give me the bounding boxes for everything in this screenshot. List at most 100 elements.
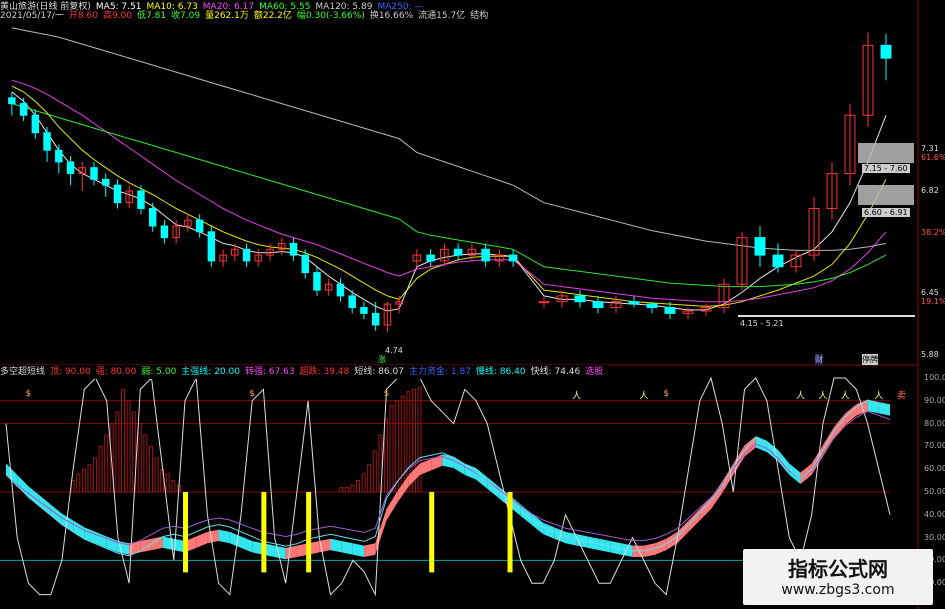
line3-item-9: 慢线: 86.40 [475,367,526,377]
trend-ribbon-segment [330,538,342,553]
price-label-bottom: 5.88 [921,350,939,359]
candle-body [102,178,110,186]
trend-ribbon-segment [867,399,879,414]
line2-item-8: 换16.66% [369,11,414,21]
trend-ribbon-segment [352,543,365,557]
candle-body [8,97,16,105]
line3-item-8: 主力资金: 1.87 [408,367,471,377]
low-badge: 涨 [378,355,386,364]
line2-item-2: 高9.00 [102,11,132,21]
price-header-row-2: 2021/05/17/一 开8.60 高9.00 低7.81 收7.09 量262.1万额… [0,9,493,23]
badge-finance: 财 [815,354,823,365]
candle-body [195,219,204,233]
line2-item-0: 2021/05/17/一 [0,11,64,21]
badge-suspend: 停牌 [862,354,878,365]
money-marker: $ [384,389,390,399]
indicator-axis-label: 30.00 [924,532,945,542]
candle-body [508,254,518,262]
buy-signal-bar [507,492,513,573]
line2-item-5: 量262.1万 [205,11,249,21]
trend-ribbon-segment [364,543,376,557]
line3-item-7: 短线: 86.07 [354,367,404,377]
indicator-axis-label: 40.00 [924,509,945,519]
money-marker: $ [663,389,669,399]
candle-body [880,44,892,59]
candle-body [348,295,356,309]
buy-marker: 人 [796,391,805,402]
line2-item-3: 低7.81 [137,11,167,21]
sell-marker: 卖 [897,391,906,402]
candle-body [646,303,658,309]
buy-marker: 人 [818,391,827,402]
watermark-title: 指标公式网 [788,557,888,581]
trend-ribbon-segment [274,545,286,560]
indicator-axis-label: 60.00 [924,464,945,474]
candle-body [113,184,122,204]
candle-body [289,242,298,256]
candle-body [538,301,550,304]
price-label-682: 6.82 [921,186,939,195]
fib-box-mid [858,185,914,205]
candle-body [754,237,766,256]
candle-body [481,248,490,262]
watermark: 指标公式网 www.zbgs3.com [743,549,933,605]
line3-item-3: 弱: 5.00 [141,367,177,377]
line3-item-4: 主强线: 20.00 [181,367,240,377]
indicator-axis-label: 90.00 [924,395,945,405]
buy-marker: 人 [572,391,581,402]
candle-body [313,272,321,291]
buy-signal-bar [183,492,189,573]
money-marker: $ [26,389,32,399]
indicator-axis-label: 50.00 [924,487,945,496]
candle-body [453,248,463,256]
low-price-label: 4.74 [385,346,403,355]
line3-item-10: 快线: 74.46 [530,367,581,377]
candle-body [66,161,75,175]
range-tag-1: 7.15 - 7.60 [862,164,910,173]
candle-body [242,248,251,262]
line3-item-0: 多空超短线 [0,367,46,377]
candle-body [574,295,586,303]
candle-body [31,114,40,134]
trend-ribbon-segment [207,529,219,544]
candle-body [371,312,380,326]
candle-body [426,254,435,262]
line3-item-2: 强: 80.00 [95,367,137,377]
line2-item-10: 结构 [470,11,489,21]
candle-body [336,283,345,297]
line3-item-1: 顶: 90.00 [50,367,91,377]
fib-label-382: 38.2% [921,228,945,237]
line3-item-5: 转强: 67.63 [244,367,295,377]
line3-item-6: 超跌: 39.48 [299,367,350,377]
line2-item-6: 额22.2亿 [253,11,292,21]
price-label-top: 7.31 [921,144,939,153]
fib-label-618: 61.6% [921,153,945,162]
stock-chart: $ $ $ $ 人 人 人 人 人 人 卖 [0,0,945,609]
candle-body [43,132,51,151]
indicator-axis-label: 100.0 [924,373,945,382]
trend-ribbon-segment [285,545,297,560]
line2-item-4: 收7.09 [171,11,201,21]
fib-box-top [858,143,914,163]
buy-signal-bar [306,492,312,573]
candle-body [301,254,309,274]
buy-marker: 人 [639,391,648,402]
candle-body [664,307,676,314]
candle-body [628,301,640,305]
candle-body [592,301,604,309]
candle-body [137,190,145,209]
candle-body [90,167,98,180]
indicator-axis-label: 80.00 [924,418,945,428]
candle-body [19,103,28,116]
range-tag-2: 6.60 - 6.91 [862,208,910,217]
trend-ribbon-segment [218,529,230,544]
candle-body [55,149,63,163]
buy-signal-bar [261,492,267,573]
price-label-645: 6.45 [921,288,939,297]
fib-label-191: 19.1% [921,297,945,306]
line2-item-7: 幅0.30(-3.66%) [296,11,365,21]
candle-body [360,307,368,314]
line2-item-9: 流通15.7亿 [418,11,466,21]
indicator-header-row: 多空超短线 顶: 90.00 强: 80.00 弱: 5.00 主强线: 20.00 转强… [0,365,609,379]
indicator-axis-label: 70.00 [924,441,945,451]
